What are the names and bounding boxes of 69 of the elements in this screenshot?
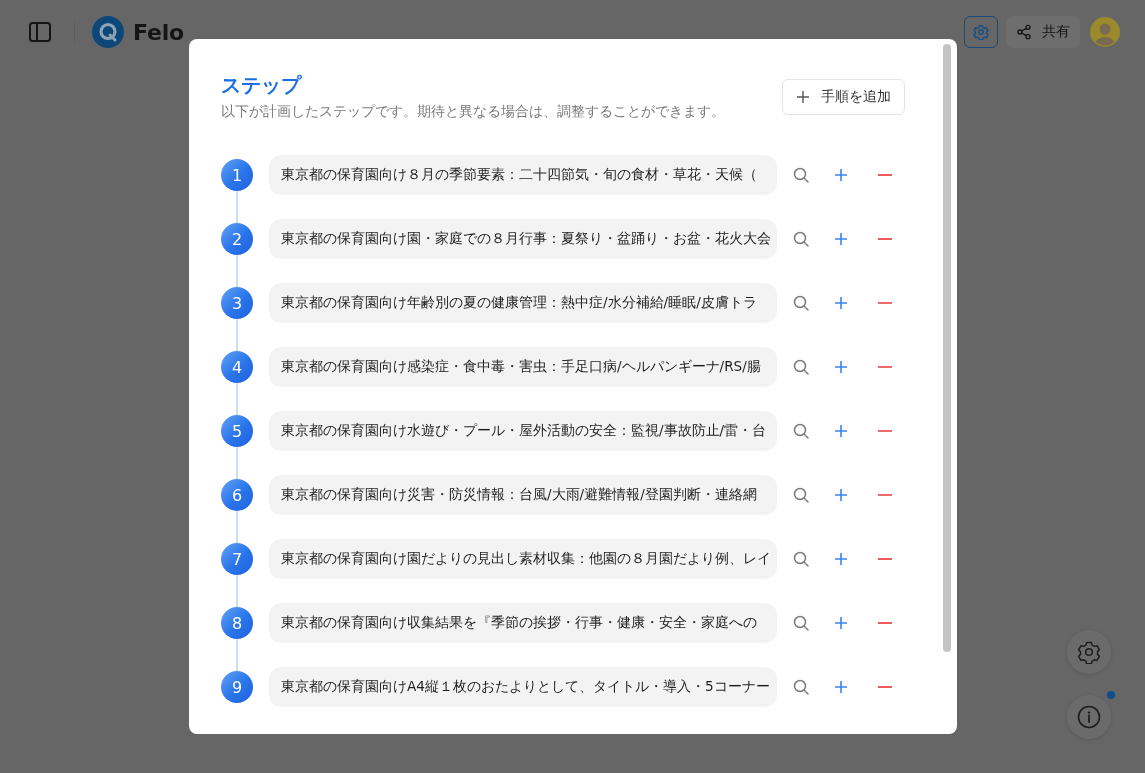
plus-icon	[834, 424, 848, 438]
step-field[interactable]: 東京都の保育園向け水遊び・プール・屋外活動の安全：監視/事故防止/雷・台	[269, 411, 777, 451]
search-icon	[793, 615, 809, 631]
plus-icon	[834, 488, 848, 502]
share-icon	[1016, 24, 1032, 40]
step-field[interactable]: 東京都の保育園向け園だよりの見出し素材収集：他園の８月園だより例、レイ	[269, 539, 777, 579]
minus-icon	[878, 302, 892, 304]
minus-icon	[878, 558, 892, 560]
plus-icon	[834, 680, 848, 694]
search-icon	[793, 295, 809, 311]
step-connector	[236, 383, 238, 415]
step-connector	[236, 255, 238, 287]
settings-icon	[973, 24, 989, 40]
minus-icon	[878, 686, 892, 688]
plus-icon	[834, 168, 848, 182]
dialog-title: ステップ	[221, 72, 303, 99]
search-icon	[793, 487, 809, 503]
step-field[interactable]: 東京都の保育園向け感染症・食中毒・害虫：手足口病/ヘルパンギーナ/RS/腸	[269, 347, 777, 387]
add-step-button[interactable]: 手順を追加	[782, 79, 905, 115]
step-connector	[236, 191, 238, 223]
step-connector	[236, 511, 238, 543]
step-connector	[236, 575, 238, 607]
search-icon	[793, 167, 809, 183]
minus-icon	[878, 366, 892, 368]
step-number: 2	[221, 223, 253, 255]
logo-icon	[92, 16, 124, 48]
step-number: 8	[221, 607, 253, 639]
step-field[interactable]: 東京都の保育園向け園・家庭での８月行事：夏祭り・盆踊り・お盆・花火大会	[269, 219, 777, 259]
plus-icon	[796, 90, 810, 104]
step-connector	[236, 319, 238, 351]
dialog-subtitle: 以下が計画したステップです。期待と異なる場合は、調整することができます。	[221, 102, 725, 121]
step-number: 1	[221, 159, 253, 191]
settings-button[interactable]	[1067, 630, 1111, 674]
settings-icon	[1077, 640, 1101, 664]
plus-icon	[834, 360, 848, 374]
step-number: 6	[221, 479, 253, 511]
step-number: 7	[221, 543, 253, 575]
share-button[interactable]: 共有	[1006, 16, 1080, 48]
plus-icon	[834, 616, 848, 630]
search-icon	[793, 359, 809, 375]
search-icon	[793, 551, 809, 567]
minus-icon	[878, 622, 892, 624]
step-field[interactable]: 東京都の保育園向け災害・防災情報：台風/大雨/避難情報/登園判断・連絡網	[269, 475, 777, 515]
minus-icon	[878, 174, 892, 176]
minus-icon	[878, 430, 892, 432]
search-icon	[793, 231, 809, 247]
step-number: 4	[221, 351, 253, 383]
minus-icon	[878, 238, 892, 240]
minus-icon	[878, 494, 892, 496]
sidebar-icon	[28, 20, 52, 44]
info-button[interactable]	[1067, 695, 1111, 739]
scrollbar-thumb[interactable]	[943, 44, 951, 652]
step-number: 3	[221, 287, 253, 319]
brand-name: Felo	[133, 19, 184, 45]
step-connector	[236, 639, 238, 671]
step-field[interactable]: 東京都の保育園向けA4縦１枚のおたよりとして、タイトル・導入・5コーナー	[269, 667, 777, 707]
search-icon	[793, 679, 809, 695]
step-field[interactable]: 東京都の保育園向け８月の季節要素：二十四節気・旬の食材・草花・天候（	[269, 155, 777, 195]
step-number: 9	[221, 671, 253, 703]
plus-icon	[834, 232, 848, 246]
step-field[interactable]: 東京都の保育園向け年齢別の夏の健康管理：熱中症/水分補給/睡眠/皮膚トラ	[269, 283, 777, 323]
sidebar-toggle-button[interactable]	[28, 20, 52, 44]
search-icon	[793, 423, 809, 439]
plus-icon	[834, 552, 848, 566]
plus-icon	[834, 296, 848, 310]
step-number: 5	[221, 415, 253, 447]
info-icon	[1077, 705, 1101, 729]
step-field[interactable]: 東京都の保育園向け収集結果を『季節の挨拶・行事・健康・安全・家庭への	[269, 603, 777, 643]
step-connector	[236, 447, 238, 479]
